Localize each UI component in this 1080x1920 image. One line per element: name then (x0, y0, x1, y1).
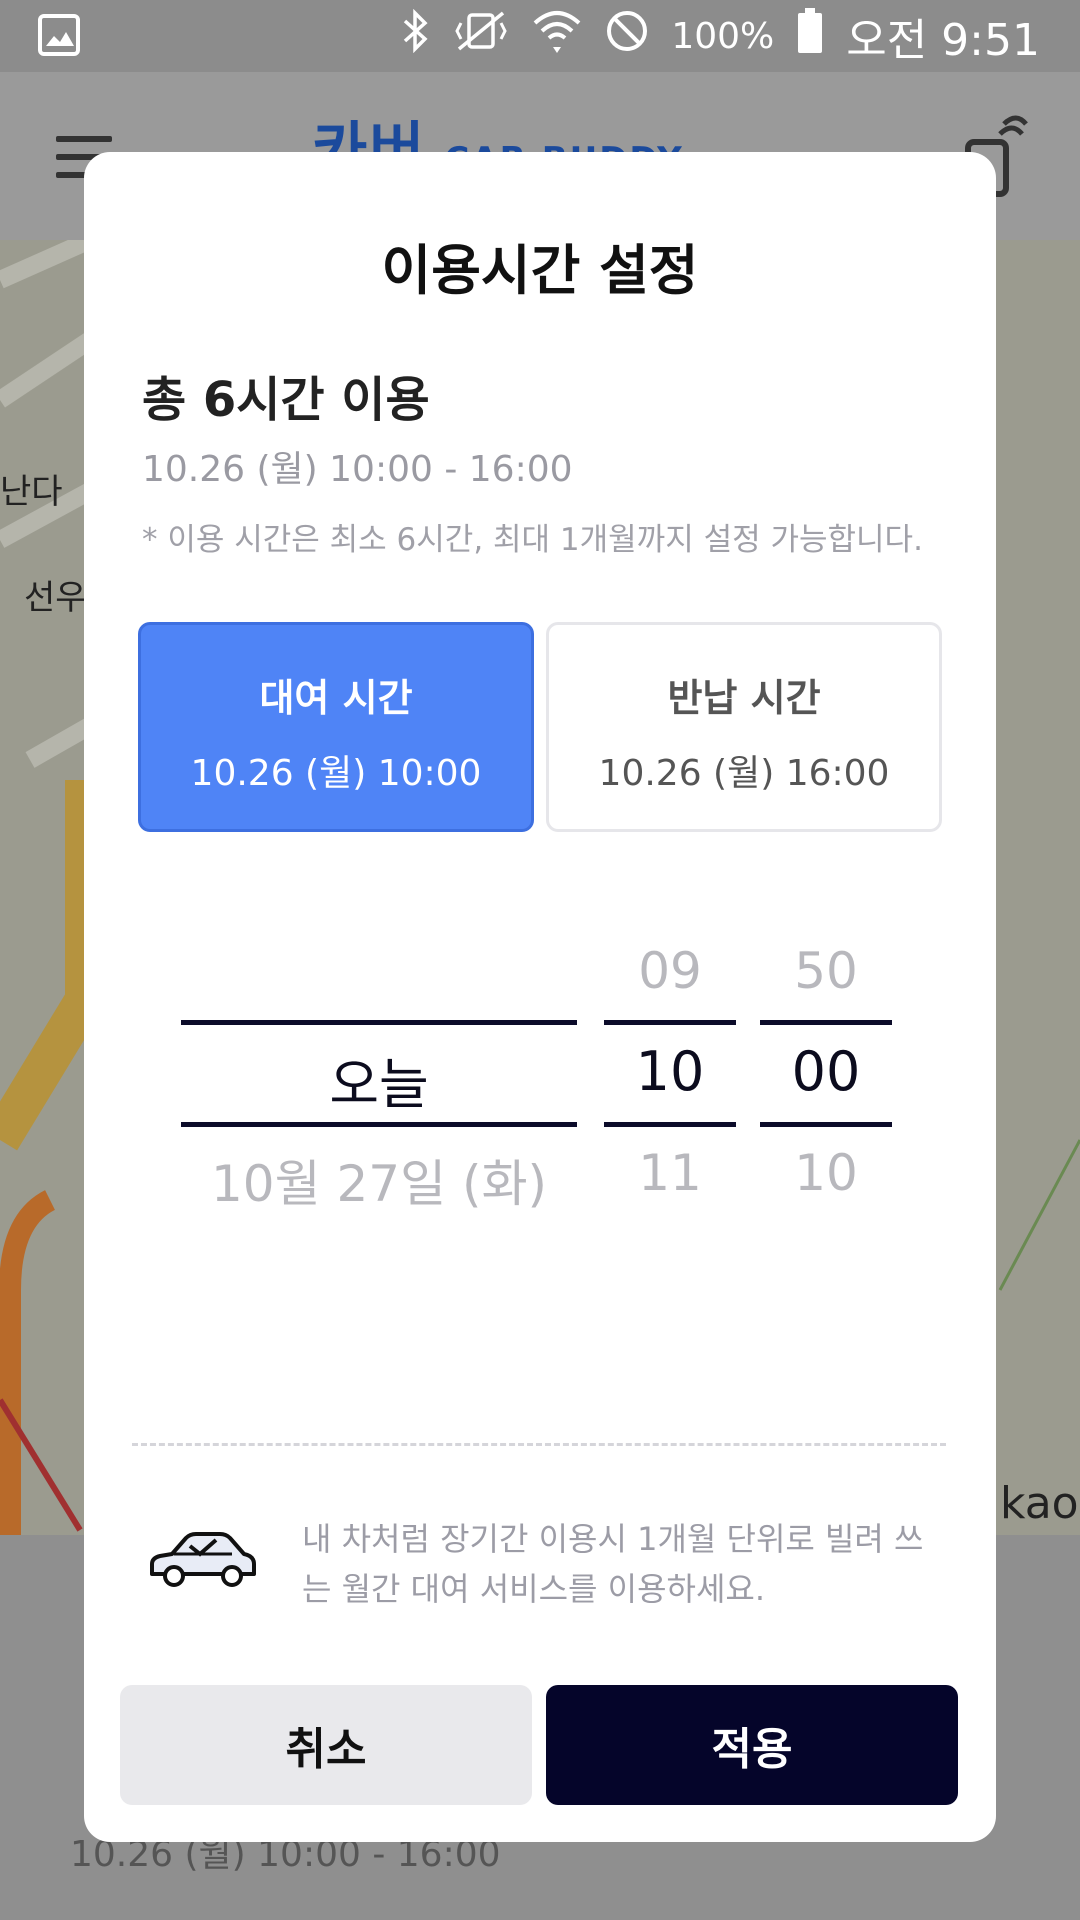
dialog-title: 이용시간 설정 (381, 239, 699, 302)
time-range: 10.26 (월) 10:00 - 16:00 (142, 449, 573, 490)
date-wheel[interactable]: 오늘 10월 27일 (화) (181, 922, 577, 1213)
date-current: 오늘 (329, 1053, 429, 1116)
vibrate-icon (453, 9, 509, 64)
selection-line (760, 1020, 892, 1025)
hour-wheel[interactable]: 09 10 11 (604, 922, 736, 1212)
selection-line (181, 1020, 577, 1025)
tab-rent-label: 대여 시간 (259, 676, 413, 720)
tab-rent-value: 10.26 (월) 10:00 (190, 753, 482, 794)
bluetooth-icon (401, 8, 431, 64)
cancel-button[interactable]: 취소 (120, 1685, 532, 1805)
selection-line (181, 1122, 577, 1127)
minute-next: 10 (794, 1144, 858, 1202)
hour-prev: 09 (638, 942, 702, 1000)
map-label: 난다 (0, 472, 63, 512)
car-check-icon (146, 1530, 260, 1598)
map-label: 선우 (24, 578, 87, 618)
divider (132, 1443, 946, 1446)
map-attribution: kao (1000, 1478, 1079, 1529)
hour-next: 11 (638, 1144, 702, 1202)
battery-percent: 100% (671, 15, 775, 57)
tab-return-time[interactable]: 반납 시간 10.26 (월) 16:00 (546, 622, 942, 832)
usage-note: * 이용 시간은 최소 6시간, 최대 1개월까지 설정 가능합니다. (142, 522, 923, 558)
hour-current: 10 (635, 1040, 705, 1103)
selection-line (604, 1122, 736, 1127)
tab-return-label: 반납 시간 (667, 676, 821, 720)
minute-wheel[interactable]: 50 00 10 (760, 922, 892, 1212)
tab-rent-time[interactable]: 대여 시간 10.26 (월) 10:00 (138, 622, 534, 832)
gallery-icon (38, 14, 80, 60)
status-bar: 100% 오전 9:51 (0, 0, 1080, 72)
wifi-icon (531, 7, 583, 66)
battery-icon (796, 7, 824, 65)
tab-return-value: 10.26 (월) 16:00 (598, 753, 890, 794)
clock: 오전 9:51 (846, 15, 1040, 66)
total-duration: 총 6시간 이용 (142, 372, 430, 428)
usage-time-dialog: 이용시간 설정 총 6시간 이용 10.26 (월) 10:00 - 16:00… (84, 152, 996, 1842)
selection-line (760, 1122, 892, 1127)
selection-line (604, 1020, 736, 1025)
date-next: 10월 27일 (화) (210, 1155, 548, 1213)
apply-button[interactable]: 적용 (546, 1685, 958, 1805)
minute-current: 00 (791, 1040, 861, 1103)
do-not-disturb-icon (605, 9, 649, 64)
monthly-rental-promo[interactable]: 내 차처럼 장기간 이용시 1개월 단위로 빌려 쓰는 월간 대여 서비스를 이… (302, 1514, 942, 1614)
minute-prev: 50 (794, 942, 858, 1000)
